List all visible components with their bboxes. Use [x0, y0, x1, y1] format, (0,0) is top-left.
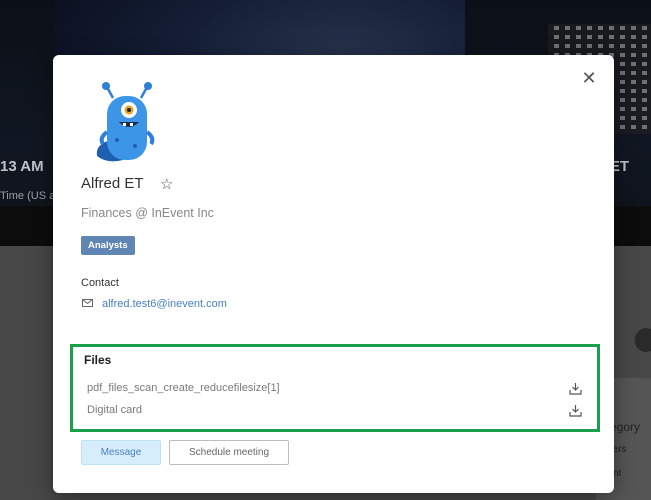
- files-section: Files pdf_files_scan_create_reducefilesi…: [70, 344, 600, 432]
- star-icon[interactable]: ☆: [160, 175, 173, 193]
- message-button[interactable]: Message: [81, 440, 161, 465]
- download-icon[interactable]: [569, 382, 582, 395]
- profile-modal: ✕ Alfred ET ☆ Finances @ InEvent Inc Ana…: [53, 55, 614, 493]
- file-name: Digital card: [87, 404, 143, 416]
- blue-monster-avatar: [96, 82, 155, 162]
- contact-heading: Contact: [81, 277, 119, 289]
- file-name: pdf_files_scan_create_reducefilesize[1]: [87, 382, 280, 394]
- close-icon[interactable]: ✕: [580, 69, 598, 87]
- files-heading: Files: [84, 353, 112, 367]
- download-icon[interactable]: [569, 404, 582, 417]
- envelope-icon: [82, 299, 93, 307]
- background-round-button: [635, 328, 651, 352]
- email-link[interactable]: alfred.test6@inevent.com: [102, 298, 227, 310]
- file-item[interactable]: Digital card: [87, 404, 582, 420]
- attendee-role: Finances @ InEvent Inc: [81, 206, 214, 220]
- group-badge: Analysts: [81, 236, 135, 255]
- background-timezone-text: Time (US a: [0, 190, 56, 202]
- background-time-text: 13 AM: [0, 158, 44, 175]
- file-item[interactable]: pdf_files_scan_create_reducefilesize[1]: [87, 382, 582, 398]
- attendee-name: Alfred ET: [81, 175, 144, 192]
- schedule-meeting-button[interactable]: Schedule meeting: [169, 440, 289, 465]
